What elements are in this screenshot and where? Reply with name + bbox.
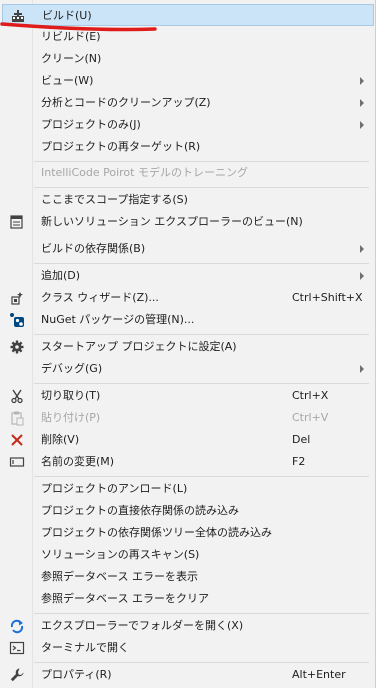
menu-item-shortcut: Del	[292, 433, 311, 446]
submenu-arrow-icon	[360, 245, 364, 253]
menu-separator	[34, 263, 369, 264]
menu-item-label: 参照データベース エラーをクリア	[41, 592, 209, 605]
menu-item-rename[interactable]: 名前の変更(M) F2	[2, 451, 374, 473]
menu-item-new-explorer-view[interactable]: 新しいソリューション エクスプローラーのビュー(N)	[2, 211, 374, 233]
menu-item-paste[interactable]: 貼り付け(P) Ctrl+V	[2, 407, 374, 429]
submenu-arrow-icon	[360, 77, 364, 85]
menu-item-shortcut: Alt+Enter	[292, 668, 346, 681]
menu-item-label: ソリューションの再スキャン(S)	[41, 548, 200, 561]
menu-item-label: スタートアップ プロジェクトに設定(A)	[41, 340, 237, 353]
menu-item-label: 削除(V)	[41, 433, 80, 446]
menu-item-manage-nuget[interactable]: NuGet パッケージの管理(N)...	[2, 309, 374, 331]
delete-icon	[9, 432, 25, 448]
menu-item-load-dependency-tree[interactable]: プロジェクトの依存関係ツリー全体の読み込み	[2, 522, 374, 544]
menu-item-build[interactable]: ビルド(U)	[2, 4, 374, 26]
menu-item-label: デバッグ(G)	[41, 362, 103, 375]
paste-icon	[9, 410, 25, 426]
menu-item-label: プロジェクトのみ(J)	[41, 118, 141, 131]
menu-item-unload-project[interactable]: プロジェクトのアンロード(L)	[2, 478, 374, 500]
menu-item-label: ターミナルで開く	[41, 641, 129, 654]
menu-item-debug[interactable]: デバッグ(G)	[2, 358, 374, 380]
menu-item-scope-to-this[interactable]: ここまでスコープ指定する(S)	[2, 189, 374, 211]
menu-item-label: ビルド(U)	[42, 9, 92, 22]
menu-item-label: プロジェクトの直接依存関係の読み込み	[41, 504, 239, 517]
submenu-arrow-icon	[360, 99, 364, 107]
new-view-icon	[9, 214, 25, 230]
menu-item-shortcut: Ctrl+X	[292, 389, 329, 402]
menu-item-label: プロジェクトの依存関係ツリー全体の読み込み	[41, 526, 272, 539]
menu-item-label: 追加(D)	[41, 269, 81, 282]
menu-item-label: 分析とコードのクリーンアップ(Z)	[41, 96, 211, 109]
build-icon	[10, 8, 26, 24]
menu-item-label: 新しいソリューション エクスプローラーのビュー(N)	[41, 215, 303, 228]
class-wizard-icon	[9, 290, 25, 306]
menu-item-label: プロパティ(R)	[41, 668, 112, 681]
menu-item-intellicode-training[interactable]: IntelliCode Poirot モデルのトレーニング	[2, 162, 374, 184]
menu-item-label: プロジェクトのアンロード(L)	[41, 482, 188, 495]
menu-item-open-folder-in-explorer[interactable]: エクスプローラーでフォルダーを開く(X)	[2, 615, 374, 637]
rename-icon	[9, 454, 25, 470]
menu-item-label: クリーン(N)	[41, 52, 102, 65]
submenu-arrow-icon	[360, 365, 364, 373]
submenu-arrow-icon	[360, 272, 364, 280]
menu-item-open-in-terminal[interactable]: ターミナルで開く	[2, 637, 374, 659]
menu-item-rebuild[interactable]: リビルド(E)	[2, 26, 374, 48]
context-menu: ビルド(U) リビルド(E) クリーン(N) ビュー(W) 分析とコードのクリー…	[0, 0, 376, 688]
menu-item-label: ビルドの依存関係(B)	[41, 242, 146, 255]
menu-item-label: IntelliCode Poirot モデルのトレーニング	[41, 166, 248, 179]
menu-item-label: クラス ウィザード(Z)...	[41, 291, 159, 304]
menu-item-label: 貼り付け(P)	[41, 411, 101, 424]
menu-item-delete[interactable]: 削除(V) Del	[2, 429, 374, 451]
menu-item-label: 名前の変更(M)	[41, 455, 115, 468]
menu-separator	[34, 662, 369, 663]
menu-item-label: 切り取り(T)	[41, 389, 101, 402]
menu-item-cut[interactable]: 切り取り(T) Ctrl+X	[2, 385, 374, 407]
menu-item-analyze-cleanup[interactable]: 分析とコードのクリーンアップ(Z)	[2, 92, 374, 114]
menu-separator	[34, 187, 369, 188]
menu-item-label: 参照データベース エラーを表示	[41, 570, 198, 583]
menu-item-project-only[interactable]: プロジェクトのみ(J)	[2, 114, 374, 136]
menu-item-load-direct-dependencies[interactable]: プロジェクトの直接依存関係の読み込み	[2, 500, 374, 522]
menu-separator	[34, 334, 369, 335]
gear-icon	[9, 339, 25, 355]
menu-item-label: エクスプローラーでフォルダーを開く(X)	[41, 619, 244, 632]
wrench-icon	[9, 667, 25, 683]
menu-item-rescan-solution[interactable]: ソリューションの再スキャン(S)	[2, 544, 374, 566]
menu-item-view[interactable]: ビュー(W)	[2, 70, 374, 92]
menu-item-show-browse-db-errors[interactable]: 参照データベース エラーを表示	[2, 566, 374, 588]
submenu-arrow-icon	[360, 121, 364, 129]
menu-item-label: リビルド(E)	[41, 30, 101, 43]
menu-item-label: プロジェクトの再ターゲット(R)	[41, 140, 201, 153]
menu-separator	[34, 383, 369, 384]
menu-item-shortcut: Ctrl+Shift+X	[292, 291, 363, 304]
menu-separator	[34, 613, 369, 614]
menu-item-set-startup-project[interactable]: スタートアップ プロジェクトに設定(A)	[2, 336, 374, 358]
terminal-icon	[9, 640, 25, 656]
menu-separator	[34, 476, 369, 477]
menu-item-build-dependencies[interactable]: ビルドの依存関係(B)	[2, 238, 374, 260]
menu-item-shortcut: Ctrl+V	[292, 411, 329, 424]
menu-item-clear-browse-db-errors[interactable]: 参照データベース エラーをクリア	[2, 588, 374, 610]
menu-item-label: NuGet パッケージの管理(N)...	[41, 313, 195, 326]
menu-item-retarget[interactable]: プロジェクトの再ターゲット(R)	[2, 136, 374, 158]
scissors-icon	[9, 388, 25, 404]
menu-item-clean[interactable]: クリーン(N)	[2, 48, 374, 70]
nuget-icon	[9, 312, 25, 328]
menu-item-add[interactable]: 追加(D)	[2, 265, 374, 287]
menu-item-shortcut: F2	[292, 455, 306, 468]
menu-item-properties[interactable]: プロパティ(R) Alt+Enter	[2, 664, 374, 686]
menu-item-label: ここまでスコープ指定する(S)	[41, 193, 188, 206]
menu-item-label: ビュー(W)	[41, 74, 94, 87]
menu-item-class-wizard[interactable]: クラス ウィザード(Z)... Ctrl+Shift+X	[2, 287, 374, 309]
refresh-icon	[9, 618, 25, 634]
